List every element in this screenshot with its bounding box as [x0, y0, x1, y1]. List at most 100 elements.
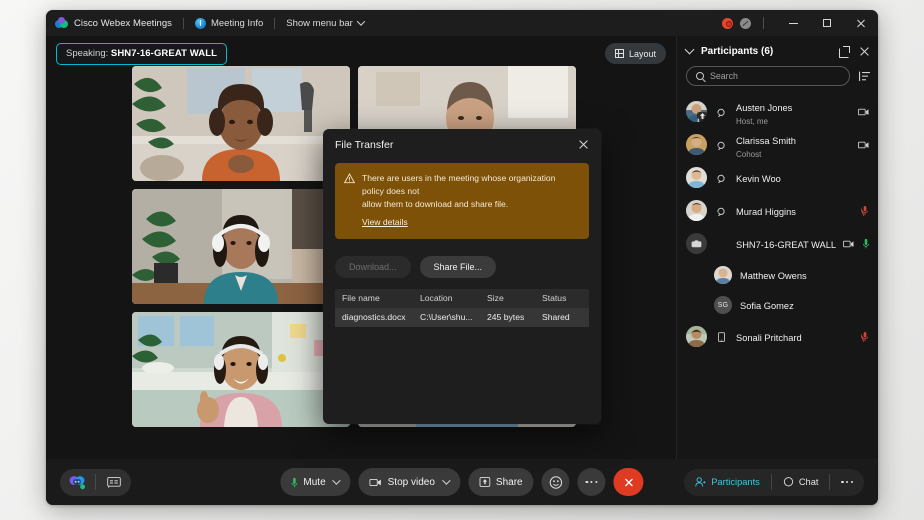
video-off-icon[interactable]: [858, 141, 869, 149]
stop-video-button[interactable]: Stop video: [358, 468, 460, 496]
titlebar-divider-3: [763, 17, 764, 29]
policy-warning-banner: There are users in the meeting whose org…: [335, 163, 589, 239]
table-row[interactable]: diagnostics.docx C:\User\shu... 245 byte…: [335, 307, 589, 327]
avatar: [686, 200, 707, 221]
sort-icon[interactable]: [858, 71, 870, 82]
mic-muted-icon[interactable]: [861, 331, 869, 342]
list-item[interactable]: Murad Higgins: [677, 194, 878, 227]
warning-line-2: allow them to download and share file.: [362, 198, 509, 209]
pop-out-icon[interactable]: [839, 45, 850, 58]
reactions-button[interactable]: [541, 468, 570, 496]
view-details-link[interactable]: View details: [362, 216, 408, 229]
list-item[interactable]: Clarissa Smith Cohost: [677, 128, 878, 161]
video-tile-5[interactable]: [132, 312, 350, 427]
list-item[interactable]: Austen Jones Host, me: [677, 95, 878, 128]
participants-panel-button[interactable]: Participants: [684, 469, 771, 496]
mute-button[interactable]: Mute: [280, 468, 351, 496]
participant-status-icons: [861, 331, 869, 342]
list-item[interactable]: Matthew Owens: [677, 260, 878, 290]
search-box[interactable]: [686, 66, 850, 86]
toolbar-center-controls: Mute Stop video Share: [280, 468, 644, 496]
list-item[interactable]: SHN7-16-GREAT WALL: [677, 227, 878, 260]
meeting-info-button[interactable]: Meeting Info: [194, 17, 263, 29]
leave-meeting-button[interactable]: [613, 468, 644, 496]
minimize-button[interactable]: [776, 10, 810, 36]
list-item[interactable]: SG Sofia Gomez: [677, 290, 878, 320]
video-off-icon[interactable]: [843, 240, 854, 248]
maximize-button[interactable]: [810, 10, 844, 36]
video-tile-1[interactable]: [132, 66, 350, 181]
connection-status-icon[interactable]: [740, 17, 751, 29]
more-options-icon: [585, 480, 598, 484]
chevron-down-icon[interactable]: [441, 476, 451, 485]
chat-button-label: Chat: [798, 477, 819, 487]
headset-icon: [714, 140, 728, 150]
reactions-smiley-icon: [549, 475, 562, 489]
chat-bubble-icon: [783, 477, 793, 487]
avatar: [686, 326, 707, 347]
search-input[interactable]: [710, 71, 840, 81]
file-transfer-actions: Download... Share File...: [323, 239, 601, 278]
recording-indicator-icon[interactable]: [722, 17, 733, 29]
meeting-toolbar: Mute Stop video Share Participants Chat: [46, 459, 878, 505]
mic-active-icon[interactable]: [863, 238, 869, 249]
show-menu-bar-label: Show menu bar: [286, 17, 353, 29]
participant-status-icons: [861, 205, 869, 216]
cell-status: Shared: [542, 312, 570, 323]
participant-status-icons: [858, 141, 869, 149]
chat-panel-button[interactable]: Chat: [772, 469, 830, 496]
warning-text-block: There are users in the meeting whose org…: [362, 172, 579, 229]
close-button[interactable]: [844, 10, 878, 36]
avatar: [686, 134, 707, 155]
participant-status-icons: [843, 238, 869, 249]
ai-assistant-button[interactable]: [60, 469, 95, 496]
share-file-button[interactable]: Share File...: [419, 255, 497, 278]
participant-info: Matthew Owens: [740, 266, 869, 284]
meeting-info-icon: [194, 17, 206, 29]
dialog-close-icon[interactable]: [574, 136, 592, 154]
share-label: Share: [495, 476, 523, 488]
warning-line-1: There are users in the meeting whose org…: [362, 173, 556, 196]
chevron-down-icon[interactable]: [332, 476, 341, 485]
assistant-group: [60, 468, 131, 496]
grid-layout-icon: [614, 49, 624, 58]
participant-name: Kevin Woo: [736, 173, 781, 184]
participant-name: Murad Higgins: [736, 206, 796, 217]
webex-logo-icon: [55, 16, 68, 30]
participants-panel-title: Participants (6): [701, 45, 774, 57]
participant-name: Clarissa Smith: [736, 135, 796, 146]
titlebar-right-controls: [722, 10, 878, 36]
more-panels-button[interactable]: [830, 469, 864, 496]
list-item[interactable]: Sonali Pritchard: [677, 320, 878, 353]
avatar: SG: [714, 296, 732, 314]
speaking-label: Speaking:: [66, 48, 109, 59]
headset-icon: [714, 107, 728, 117]
webex-app-window: Cisco Webex Meetings Meeting Info Show m…: [46, 10, 878, 505]
cell-size: 245 bytes: [487, 312, 525, 323]
layout-label: Layout: [628, 48, 656, 59]
headset-icon: [714, 173, 728, 183]
headset-icon: [714, 206, 728, 216]
file-transfer-dialog: File Transfer There are users in the mee…: [323, 129, 601, 424]
download-button[interactable]: Download...: [335, 255, 411, 278]
captions-button[interactable]: [96, 469, 131, 496]
close-icon[interactable]: [859, 46, 870, 57]
participants-icon: [695, 477, 706, 487]
mic-muted-icon[interactable]: [861, 205, 869, 216]
layout-button[interactable]: Layout: [604, 43, 666, 64]
video-off-icon[interactable]: [858, 108, 869, 116]
app-body: Speaking: SHN7-16-GREAT WALL Layout File…: [46, 36, 878, 459]
list-item[interactable]: Kevin Woo: [677, 161, 878, 194]
participant-name: Sofia Gomez: [740, 301, 794, 311]
chevron-down-icon[interactable]: [684, 44, 695, 55]
stop-video-label: Stop video: [387, 476, 435, 488]
webex-ai-assistant-icon: [69, 475, 86, 490]
video-tile-3[interactable]: [132, 189, 350, 304]
participant-info: Sofia Gomez: [740, 296, 869, 314]
titlebar-divider-2: [274, 17, 276, 29]
avatar: [686, 167, 707, 188]
show-menu-bar-button[interactable]: Show menu bar: [286, 17, 366, 29]
share-button[interactable]: Share: [467, 468, 534, 496]
active-speaker-badge: Speaking: SHN7-16-GREAT WALL: [56, 43, 228, 65]
more-options-button[interactable]: [577, 468, 606, 496]
